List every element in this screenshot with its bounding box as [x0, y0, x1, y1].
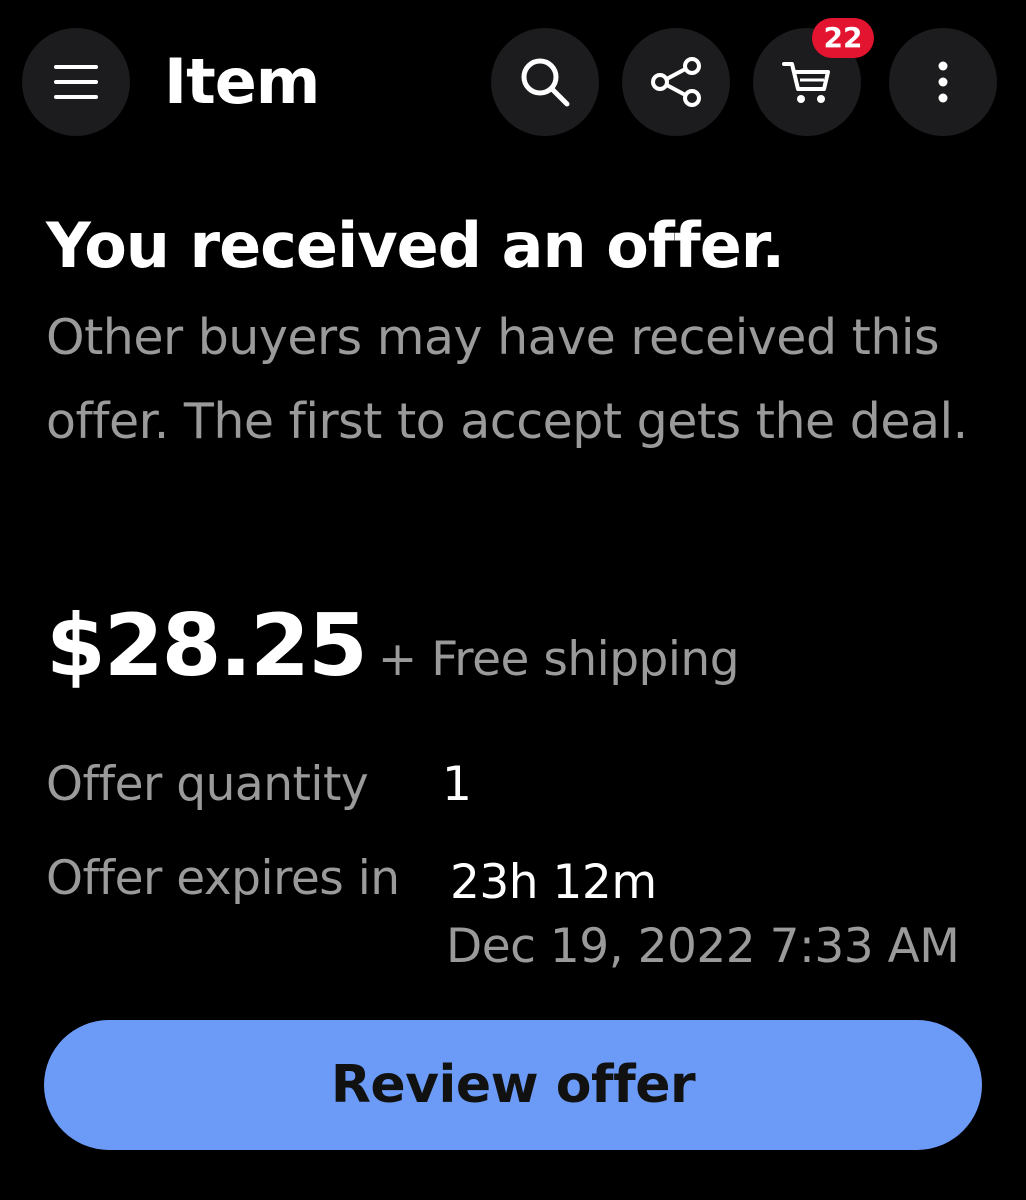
- shipping-info: + Free shipping: [377, 632, 740, 687]
- offer-expires-duration: 23h 12m: [450, 855, 657, 910]
- menu-button[interactable]: [22, 28, 130, 136]
- offer-expires-date: Dec 19, 2022 7:33 AM: [446, 919, 960, 974]
- top-app-bar: Item 22: [0, 0, 1026, 170]
- review-offer-button[interactable]: Review offer: [44, 1020, 982, 1150]
- offer-expires-label: Offer expires in: [46, 851, 400, 906]
- page-title: Item: [164, 45, 320, 118]
- offer-description: Other buyers may have received this offe…: [46, 309, 968, 450]
- cart-icon: [780, 57, 834, 107]
- share-button[interactable]: [622, 28, 730, 136]
- price-row: $28.25 + Free shipping: [46, 586, 740, 706]
- cart-count-badge: 22: [812, 18, 874, 58]
- offer-quantity-value: 1: [442, 757, 472, 812]
- hamburger-menu-icon: [52, 62, 100, 102]
- search-icon: [517, 54, 573, 110]
- more-vertical-icon: [937, 60, 949, 104]
- search-button[interactable]: [491, 28, 599, 136]
- share-icon: [649, 57, 703, 107]
- offer-price: $28.25: [46, 596, 368, 696]
- more-options-button[interactable]: [889, 28, 997, 136]
- offer-quantity-label: Offer quantity: [46, 757, 369, 812]
- offer-heading: You received an offer.: [46, 209, 785, 282]
